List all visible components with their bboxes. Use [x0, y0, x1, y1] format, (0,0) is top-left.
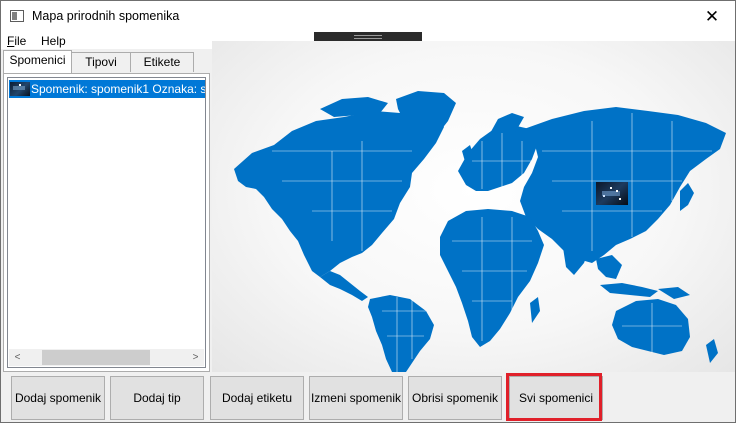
new-zealand	[706, 339, 718, 363]
monument-listbox[interactable]: Spomenik: spomenik1 Oznaka: sp < >	[7, 77, 206, 368]
title-bar[interactable]: Mapa prirodnih spomenika ✕	[1, 1, 735, 32]
central-america	[320, 271, 368, 301]
australia	[612, 299, 690, 355]
scroll-right-icon[interactable]: >	[187, 349, 204, 366]
southeast-asia	[596, 255, 622, 279]
edit-monument-button[interactable]: Izmeni spomenik	[309, 376, 403, 420]
scroll-left-icon[interactable]: <	[9, 349, 26, 366]
world-map-canvas[interactable]	[212, 41, 735, 372]
tab-spomenici[interactable]: Spomenici	[3, 50, 72, 73]
app-window: Mapa prirodnih spomenika ✕ File Help Spo…	[0, 0, 736, 423]
list-item-label: Spomenik: spomenik1 Oznaka: sp	[31, 82, 205, 96]
monument-night-sky-icon[interactable]	[596, 182, 628, 205]
scrollbar-thumb[interactable]	[42, 350, 150, 365]
japan	[680, 183, 694, 211]
tab-etikete[interactable]: Etikete	[130, 52, 194, 72]
list-item[interactable]: Spomenik: spomenik1 Oznaka: sp	[9, 80, 205, 98]
horizontal-scrollbar[interactable]: < >	[9, 349, 204, 366]
africa	[440, 209, 544, 347]
action-toolbar: Dodaj spomenik Dodaj tip Dodaj etiketu I…	[1, 372, 735, 422]
window-title: Mapa prirodnih spomenika	[32, 9, 180, 23]
delete-monument-button[interactable]: Obrisi spomenik	[408, 376, 502, 420]
add-type-button[interactable]: Dodaj tip	[110, 376, 204, 420]
tab-strip: Spomenici Tipovi Etikete	[3, 50, 211, 74]
night-sky-thumbnail-icon	[10, 82, 30, 96]
south-america	[368, 295, 434, 372]
menu-file[interactable]: File	[7, 34, 26, 48]
new-guinea	[658, 287, 690, 299]
menu-help[interactable]: Help	[41, 34, 66, 48]
add-monument-button[interactable]: Dodaj spomenik	[11, 376, 105, 420]
indonesia	[600, 283, 658, 297]
highlight-box	[506, 373, 602, 421]
world-map	[234, 91, 726, 372]
madagascar	[530, 297, 540, 323]
add-label-button[interactable]: Dodaj etiketu	[210, 376, 304, 420]
tab-tipovi[interactable]: Tipovi	[71, 52, 131, 72]
india	[562, 239, 590, 275]
tab-panel-spomenici: Spomenik: spomenik1 Oznaka: sp < >	[3, 73, 210, 372]
window-app-icon[interactable]	[10, 10, 24, 22]
close-icon[interactable]: ✕	[689, 1, 735, 32]
